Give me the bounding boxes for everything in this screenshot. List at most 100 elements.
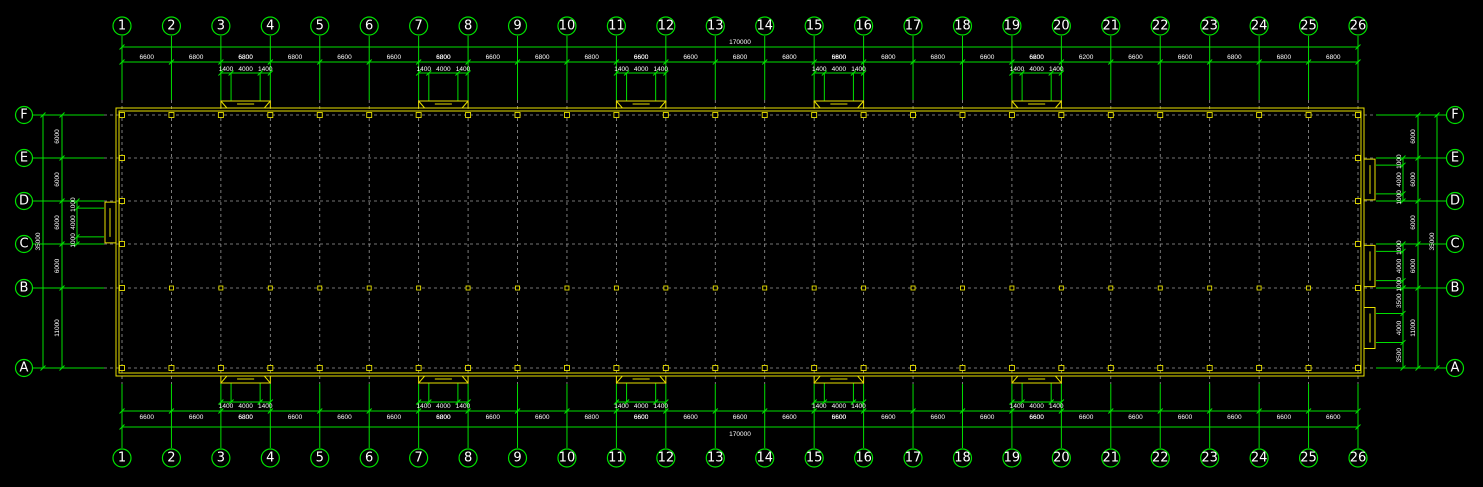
axis-label-top: 12: [658, 19, 675, 34]
dimension-label: 6600: [337, 54, 352, 61]
dimension-label: 6600: [387, 54, 402, 61]
axis-label-bottom: 15: [806, 451, 823, 466]
dimension-label: 1000: [1396, 277, 1403, 292]
column: [415, 365, 422, 371]
outer-wall: [115, 107, 1365, 377]
dimension-label: 4000: [436, 66, 451, 73]
axis-label-top: 16: [855, 19, 872, 34]
axis-label-bottom: 20: [1053, 451, 1070, 466]
dimension-label: 1000: [1396, 240, 1403, 255]
dimension-label: 6600: [1178, 54, 1193, 61]
dimension-label: 6800: [584, 54, 599, 61]
axis-label-left: E: [20, 151, 28, 166]
column: [217, 112, 224, 118]
door-canopy-edge-top: [1054, 100, 1062, 109]
dimension-label: 6600: [1079, 414, 1094, 421]
column: [119, 155, 125, 161]
dimension-label: 6800: [238, 414, 253, 421]
grid-lines: [104, 100, 1376, 384]
door-canopy-edge-bottom: [659, 375, 667, 384]
dimension-label: 6600: [733, 414, 748, 421]
building-outline: [104, 100, 1376, 384]
dimension-label: 4000: [1029, 403, 1044, 410]
door-canopy-edge-top: [263, 100, 271, 109]
dimension-label: 6800: [436, 54, 451, 61]
axis-label-bottom: 3: [217, 451, 225, 466]
axis-label-bottom: 13: [707, 451, 724, 466]
dimension-label: 6600: [1178, 414, 1193, 421]
column: [1256, 285, 1262, 291]
column: [761, 365, 768, 371]
column: [465, 112, 472, 118]
dimension-label: 4000: [1029, 66, 1044, 73]
column: [959, 112, 966, 118]
axis-label-top: 23: [1201, 19, 1218, 34]
column: [168, 365, 175, 371]
column: [1009, 285, 1015, 291]
dimension-label: 6000: [1410, 129, 1417, 144]
axis-label-bottom: 10: [559, 451, 576, 466]
door-canopy-edge-top: [418, 100, 426, 109]
dimension-label: 6000: [1410, 215, 1417, 230]
axis-label-bottom: 17: [905, 451, 922, 466]
column: [1355, 198, 1361, 204]
dimension-label: 6000: [54, 129, 61, 144]
door-canopy-edge-bottom: [418, 375, 426, 384]
column: [119, 365, 125, 371]
dimension-label: 6600: [387, 414, 402, 421]
dimension-label: 1400: [258, 66, 273, 73]
column: [1108, 285, 1114, 291]
inner-wall: [118, 110, 1362, 374]
column: [465, 365, 472, 371]
axis-label-bottom: 26: [1350, 451, 1367, 466]
axis-label-top: 19: [1004, 19, 1021, 34]
axis-label-top: 17: [905, 19, 922, 34]
axis-label-bottom: 24: [1251, 451, 1268, 466]
dimension-label: 6800: [881, 54, 896, 61]
axis-label-top: 14: [756, 19, 773, 34]
column: [1008, 365, 1015, 371]
dimension-label: 6800: [436, 414, 451, 421]
column: [1355, 155, 1361, 161]
column: [712, 365, 719, 371]
column: [317, 285, 323, 291]
dimension-labels: 170000 170000 6600 6600 6800 6600 6800 6800 6800…: [35, 39, 1436, 438]
column: [811, 365, 818, 371]
column: [316, 112, 323, 118]
dimension-label: 11000: [54, 319, 61, 337]
axis-label-top: 7: [414, 19, 422, 34]
dimension-label: 1400: [812, 403, 827, 410]
dimension-label: 1400: [258, 403, 273, 410]
axis-label-top: 20: [1053, 19, 1070, 34]
axis-label-top: 9: [513, 19, 521, 34]
axis-label-bottom: 4: [266, 451, 274, 466]
dimension-label: 1400: [456, 403, 471, 410]
column: [1008, 112, 1015, 118]
dimension-label: 6600: [1227, 414, 1242, 421]
axis-label-bottom: 18: [954, 451, 971, 466]
axis-label-top: 13: [707, 19, 724, 34]
door-canopy-edge-top: [1011, 100, 1019, 109]
dimension-label: 35000: [1429, 232, 1436, 250]
axis-label-top: 10: [559, 19, 576, 34]
column: [663, 285, 669, 291]
columns: [119, 112, 1361, 371]
dimension-label: 1400: [812, 66, 827, 73]
door-canopy-edge-top: [220, 100, 228, 109]
axis-label-left: A: [20, 361, 29, 376]
axis-label-top: 15: [806, 19, 823, 34]
door-canopy-edge-bottom: [461, 375, 469, 384]
dimension-label: 6600: [881, 414, 896, 421]
dimension-label: 6600: [337, 414, 352, 421]
column: [218, 285, 224, 291]
door-canopy-edge-top: [813, 100, 821, 109]
dimension-label: 1400: [416, 66, 431, 73]
dimension-label: 4000: [1396, 172, 1403, 187]
column: [217, 365, 224, 371]
dimension-label: 6600: [139, 54, 154, 61]
column: [613, 285, 619, 291]
column: [267, 365, 274, 371]
dimension-label: 35000: [35, 232, 42, 250]
door-canopy-edge-top: [857, 100, 864, 109]
axis-label-bottom: 9: [513, 451, 521, 466]
